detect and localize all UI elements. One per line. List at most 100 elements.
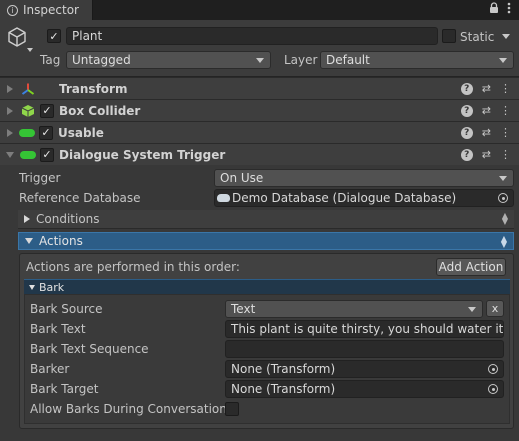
layer-label: Layer (284, 53, 318, 67)
chevron-down-icon (499, 176, 507, 181)
foldout-arrow-icon[interactable] (7, 128, 13, 137)
foldout-arrow-icon[interactable] (7, 106, 13, 115)
bark-source-label: Bark Source (30, 302, 103, 316)
reorder-icon[interactable]: ▲ ▼ (502, 212, 508, 226)
help-icon[interactable]: ? (460, 148, 473, 161)
component-enabled-checkbox[interactable]: ✓ (40, 103, 54, 118)
component-title: Box Collider (59, 103, 141, 118)
chevron-down-icon (499, 58, 507, 63)
foldout-arrow-icon (25, 238, 33, 244)
conditions-label: Conditions (36, 212, 100, 226)
component-tools: ? ⇄ ⋮ (460, 82, 511, 95)
component-title: Transform (59, 81, 128, 96)
kebab-menu-icon[interactable]: ⋮ (500, 104, 511, 117)
kebab-menu-icon[interactable]: ⋮ (500, 82, 511, 95)
allow-barks-checkbox[interactable] (225, 402, 239, 416)
tab-inspector[interactable]: i Inspector (0, 0, 93, 20)
component-enabled-checkbox[interactable]: ✓ (40, 147, 54, 162)
component-usable[interactable]: ✓ Usable ? ⇄ ⋮ (0, 121, 519, 143)
component-dialogue-system-trigger[interactable]: ✓ Dialogue System Trigger ? ⇄ ⋮ (0, 143, 519, 165)
actions-note: Actions are performed in this order: (26, 260, 240, 274)
component-tools: ? ⇄ ⋮ (460, 148, 511, 161)
tag-dropdown[interactable]: Untagged (66, 51, 271, 69)
preset-icon[interactable]: ⇄ (482, 82, 491, 95)
reference-database-field[interactable]: Demo Database (Dialogue Database) (214, 189, 514, 207)
kebab-menu-icon[interactable]: ⋮ (500, 126, 511, 139)
component-tools: ? ⇄ ⋮ (460, 126, 511, 139)
barker-label: Barker (30, 362, 70, 376)
lock-icon[interactable] (489, 2, 499, 17)
bark-header-label: Bark (39, 280, 65, 294)
object-picker-icon[interactable] (488, 364, 498, 374)
bark-text-sequence-label: Bark Text Sequence (30, 342, 149, 356)
preset-icon[interactable]: ⇄ (482, 104, 491, 117)
bark-target-value: None (Transform) (231, 382, 336, 396)
tab-label: Inspector (23, 3, 79, 17)
help-icon[interactable]: ? (460, 104, 473, 117)
kebab-menu-icon[interactable]: ⋮ (500, 148, 511, 161)
component-box-collider[interactable]: ✓ Box Collider ? ⇄ ⋮ (0, 99, 519, 121)
object-picker-icon[interactable] (498, 193, 508, 203)
reference-database-label: Reference Database (19, 191, 141, 205)
conditions-foldout[interactable]: Conditions ▲ ▼ (18, 210, 514, 229)
chevron-down-icon (256, 58, 264, 63)
trigger-label: Trigger (19, 171, 61, 185)
static-label: Static (460, 30, 495, 44)
tag-label: Tag (40, 53, 61, 67)
icon-dropdown-arrow[interactable] (27, 48, 33, 52)
allow-barks-label: Allow Barks During Conversations (30, 402, 234, 416)
bark-text-label: Bark Text (30, 322, 86, 336)
reference-database-value: Demo Database (Dialogue Database) (232, 191, 457, 205)
static-checkbox[interactable] (442, 29, 456, 43)
bark-target-label: Bark Target (30, 382, 99, 396)
bark-target-field[interactable]: None (Transform) (225, 380, 504, 398)
name-field[interactable]: Plant (66, 27, 438, 45)
name-value: Plant (72, 29, 103, 43)
bark-text-sequence-field[interactable] (225, 340, 504, 358)
bark-text-value: This plant is quite thirsty, you should … (231, 322, 504, 336)
barker-field[interactable]: None (Transform) (225, 360, 504, 378)
tab-tools (489, 2, 511, 17)
component-transform[interactable]: Transform ? ⇄ ⋮ (0, 77, 519, 99)
tab-bar: i Inspector (0, 0, 519, 20)
database-asset-icon (217, 194, 230, 202)
object-picker-icon[interactable] (488, 384, 498, 394)
remove-action-label: x (491, 302, 499, 315)
component-title: Dialogue System Trigger (59, 147, 226, 162)
barker-value: None (Transform) (231, 362, 336, 376)
help-icon[interactable]: ? (460, 126, 473, 139)
box-collider-icon (21, 104, 35, 118)
actions-foldout[interactable]: Actions ▲ ▼ (18, 232, 514, 250)
active-checkbox[interactable]: ✓ (47, 29, 61, 43)
trigger-dropdown[interactable]: On Use (214, 169, 514, 187)
static-dropdown-arrow[interactable] (502, 34, 510, 39)
foldout-arrow-icon[interactable] (6, 151, 14, 158)
layer-value: Default (326, 53, 370, 67)
menu-icon[interactable] (507, 2, 511, 17)
layer-dropdown[interactable]: Default (320, 51, 514, 69)
preset-icon[interactable]: ⇄ (482, 148, 491, 161)
add-action-label: Add Action (438, 260, 504, 274)
tag-value: Untagged (72, 53, 131, 67)
component-enabled-checkbox[interactable]: ✓ (39, 125, 53, 140)
actions-label: Actions (39, 234, 83, 248)
foldout-arrow-icon (29, 284, 35, 290)
help-icon[interactable]: ? (460, 82, 473, 95)
bark-text-field[interactable]: This plant is quite thirsty, you should … (225, 320, 504, 338)
component-tools: ? ⇄ ⋮ (460, 104, 511, 117)
gameobject-header: ✓ Plant Static Tag Untagged Layer Defaul… (0, 20, 519, 77)
cube-icon[interactable] (6, 26, 28, 48)
add-action-button[interactable]: Add Action (436, 258, 506, 276)
bark-source-dropdown[interactable]: Text (225, 300, 483, 318)
bark-source-value: Text (231, 302, 256, 316)
chevron-down-icon (468, 307, 476, 312)
preset-icon[interactable]: ⇄ (482, 126, 491, 139)
bark-header[interactable]: Bark (24, 279, 510, 294)
remove-action-button[interactable]: x (486, 300, 504, 317)
reorder-icon[interactable]: ▲ ▼ (501, 235, 507, 249)
foldout-arrow-icon[interactable] (7, 84, 13, 93)
trigger-value: On Use (220, 171, 264, 185)
component-title: Usable (58, 125, 104, 140)
foldout-arrow-icon (24, 215, 30, 223)
transform-icon (21, 82, 35, 96)
